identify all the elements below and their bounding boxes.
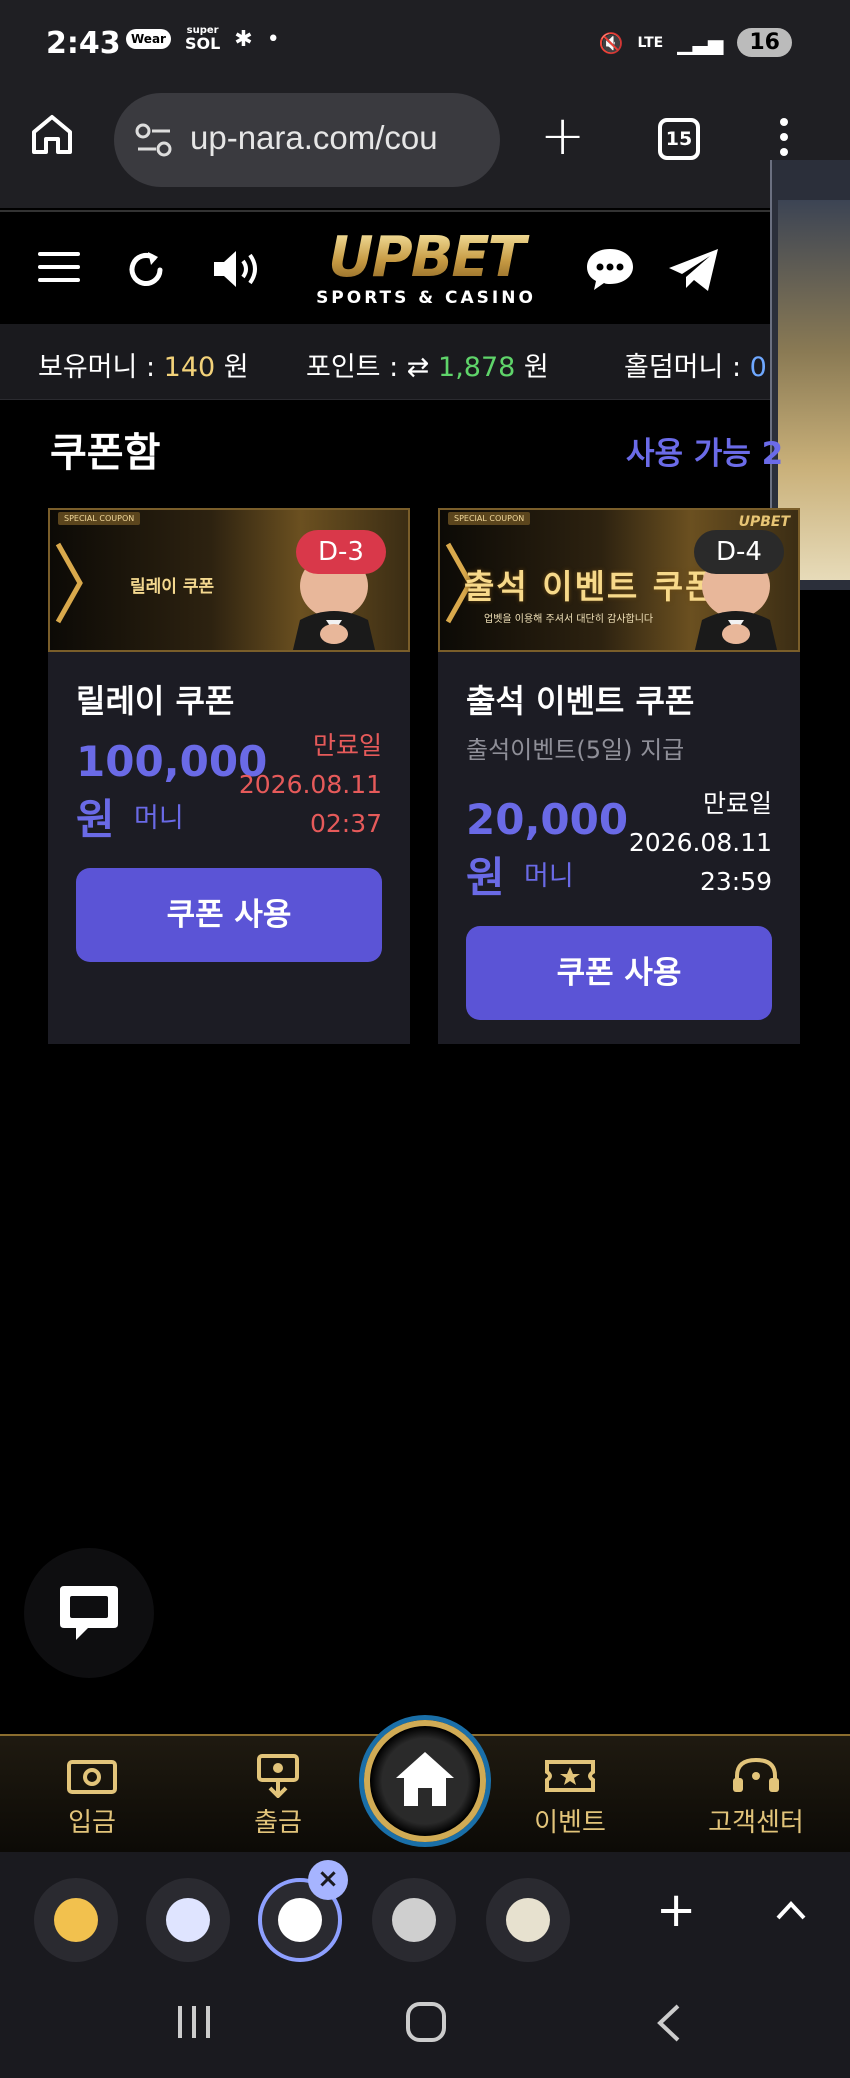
convert-arrows-icon[interactable]: ⇄ [407,352,430,383]
point-balance[interactable]: 포인트 : ⇄ 1,878 원 [306,345,549,384]
coupon-amount-unit: 원 [76,795,115,844]
nav-event[interactable]: 이벤트 [510,1754,630,1839]
url-text[interactable]: up-nara.com/cou [190,119,490,157]
status-bar: 2:43 Wear super SOL ✱ • 🔇 LTE ▁▃▅ 16 [0,0,850,90]
bottom-navigation: 입금 출금 이벤트 고객센터 [0,1720,850,1852]
recent-apps-icon[interactable] [174,2004,214,2040]
address-bar[interactable]: up-nara.com/cou [114,93,500,187]
d-day-badge: D-3 [296,530,386,574]
money-icon [65,1754,119,1798]
refresh-icon[interactable] [124,248,168,292]
system-home-icon[interactable] [406,2002,446,2042]
use-coupon-button[interactable]: 쿠폰 사용 [466,926,772,1020]
browser-toolbar: up-nara.com/cou + 15 [0,90,850,208]
coupon-money-label: 머니 [524,861,574,892]
upbet-logo[interactable]: UPBET SPORTS & CASINO [296,230,556,316]
tab-switcher-button[interactable]: 15 [658,118,700,160]
coupon-name: 릴레이 쿠폰 [76,682,235,720]
nav-support[interactable]: 고객센터 [696,1754,816,1839]
coupon-card: SPECIAL COUPON 릴레이 쿠폰 D-3 릴레이 쿠폰 100,000… [48,508,410,1044]
telegram-icon[interactable] [666,246,722,294]
coupon-expiry: 만료일 2026.08.11 02:37 [238,731,382,838]
coupon-box-title: 쿠폰함 [50,430,161,476]
holdem-balance: 홀덤머니 : 0 [624,352,767,383]
home-icon [396,1752,454,1806]
coupon-amount: 20,000 [466,795,629,844]
site-settings-icon[interactable] [134,122,174,158]
add-tab-icon[interactable]: + [656,1886,696,1934]
more-menu-icon[interactable] [780,118,790,162]
ticket-star-icon [543,1754,597,1798]
browser-home-icon[interactable] [30,112,82,164]
live-chat-button[interactable] [24,1548,154,1678]
status-notification-icons: Wear super SOL ✱ • [126,26,280,52]
tab-thumbnail[interactable] [146,1878,230,1962]
chat-icon [60,1586,118,1640]
status-time: 2:43 [46,26,121,61]
back-icon[interactable] [654,2002,682,2044]
withdraw-icon [251,1754,305,1799]
coupon-banner: SPECIAL COUPON 릴레이 쿠폰 D-3 [48,508,410,652]
super-sol-icon: super SOL [184,25,221,53]
tab-thumbnail[interactable] [372,1878,456,1962]
browser-tab-strip: × + [0,1852,850,1962]
sound-icon[interactable] [210,246,266,292]
site-header: UPBET SPORTS & CASINO [0,210,770,324]
coupon-name: 출석 이벤트 쿠폰 [466,682,695,720]
signal-icon: ▁▃▅ [677,30,724,55]
balance-bar: 보유머니 : 140 원 포인트 : ⇄ 1,878 원 홀덤머니 : 0 [0,324,770,400]
coupon-description: 출석이벤트(5일) 지급 [466,736,685,764]
tab-thumbnail[interactable] [486,1878,570,1962]
dot-icon: • [266,26,280,52]
available-count: 사용 가능 2 [626,436,784,472]
nav-withdraw[interactable]: 출금 [218,1754,338,1839]
home-button[interactable] [364,1720,486,1842]
coupon-banner: SPECIAL COUPON 출석 이벤트 쿠폰 업벳을 이용해 주셔서 대단히… [438,508,800,652]
coupon-amount-unit: 원 [466,853,505,902]
mute-icon: 🔇 [598,30,624,55]
chat-bubble-icon[interactable] [584,246,636,292]
money-balance: 보유머니 : 140 원 [38,352,249,383]
coupon-card: SPECIAL COUPON 출석 이벤트 쿠폰 업벳을 이용해 주셔서 대단히… [438,508,800,1044]
battery-icon: 16 [737,28,792,57]
nav-deposit[interactable]: 입금 [32,1754,152,1839]
use-coupon-button[interactable]: 쿠폰 사용 [76,868,382,962]
tab-thumbnail[interactable] [34,1878,118,1962]
d-day-badge: D-4 [694,530,784,574]
lte-icon: LTE [637,34,664,51]
close-tab-icon[interactable]: × [308,1860,348,1900]
coupon-money-label: 머니 [134,803,184,834]
status-system-icons: 🔇 LTE ▁▃▅ 16 [599,28,792,57]
bluetooth-icon: ✱ [234,26,253,52]
new-tab-icon[interactable]: + [540,109,585,163]
chevron-up-icon[interactable] [774,1898,808,1922]
chevron-right-icon [55,542,83,624]
coupon-expiry: 만료일 2026.08.11 23:59 [628,789,772,896]
system-navigation-bar [0,1962,850,2078]
wear-icon: Wear [126,29,171,49]
headset-icon [729,1754,783,1798]
hamburger-menu-icon[interactable] [38,252,80,286]
